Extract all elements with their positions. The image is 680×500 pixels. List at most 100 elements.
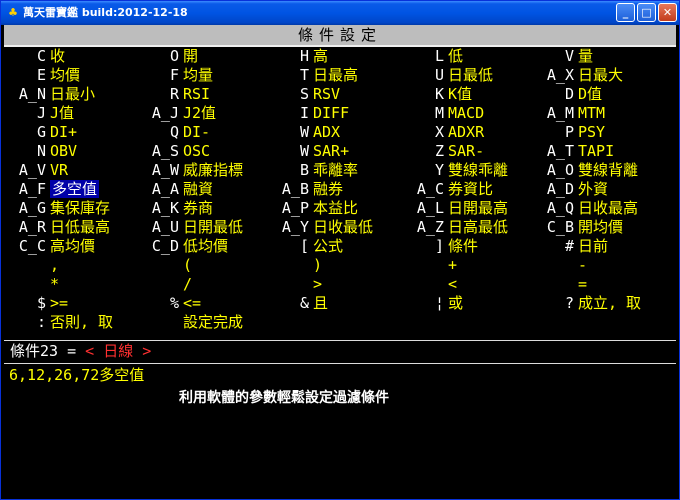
condition-item[interactable]: 低 [448, 47, 463, 65]
condition-item[interactable]: J2值 [183, 104, 216, 122]
condition-item[interactable]: K值 [448, 85, 472, 103]
close-button[interactable]: ✕ [658, 3, 677, 22]
condition-item[interactable]: 均量 [183, 66, 213, 84]
condition-item[interactable]: 集保庫存 [50, 199, 110, 217]
condition-item[interactable]: 融券 [313, 180, 343, 198]
condition-item[interactable]: SAR+ [313, 142, 349, 160]
condition-item[interactable]: 券資比 [448, 180, 493, 198]
condition-item[interactable]: 乖離率 [313, 161, 358, 179]
condition-item[interactable]: MTM [578, 104, 605, 122]
condition-item[interactable]: ( [183, 256, 192, 274]
minimize-button[interactable]: _ [616, 3, 635, 22]
title-bar[interactable]: ♣ 萬天雷寶鑑 build:2012-12-18 _ □ ✕ [1, 1, 679, 25]
condition-item[interactable]: + [448, 256, 457, 274]
condition-item[interactable]: 日最小 [50, 85, 95, 103]
condition-value[interactable]: < 日線 > [85, 342, 151, 360]
condition-item[interactable]: 日前 [578, 237, 608, 255]
condition-item[interactable]: OBV [50, 142, 77, 160]
condition-item[interactable]: 日開最低 [183, 218, 243, 236]
condition-item[interactable]: RSV [313, 85, 340, 103]
condition-item[interactable]: 公式 [313, 237, 343, 255]
condition-item[interactable]: OSC [183, 142, 210, 160]
condition-label: 條件23 = [10, 342, 86, 360]
condition-item[interactable]: J值 [50, 104, 74, 122]
condition-item[interactable]: 設定完成 [183, 313, 243, 331]
condition-item[interactable]: 融資 [183, 180, 213, 198]
condition-item[interactable]: 威廉指標 [183, 161, 243, 179]
condition-key: C_C [18, 237, 46, 255]
condition-key: & [299, 294, 309, 312]
condition-item[interactable]: 日低最高 [50, 218, 110, 236]
condition-item[interactable]: ADX [313, 123, 340, 141]
condition-item[interactable]: SAR- [448, 142, 484, 160]
condition-key: % [169, 294, 179, 312]
condition-item[interactable]: 日最大 [578, 66, 623, 84]
condition-key: [ [299, 237, 309, 255]
condition-item[interactable]: DI- [183, 123, 210, 141]
condition-item[interactable]: 量 [578, 47, 593, 65]
maximize-button[interactable]: □ [637, 3, 656, 22]
condition-key: V [564, 47, 574, 65]
condition-item[interactable]: 本益比 [313, 199, 358, 217]
condition-key: A_G [18, 199, 46, 217]
condition-key: Z [434, 142, 444, 160]
condition-item[interactable]: MACD [448, 104, 484, 122]
condition-item[interactable]: <= [183, 294, 201, 312]
condition-key: H [299, 47, 309, 65]
condition-item[interactable]: , [50, 256, 59, 274]
condition-item[interactable]: / [183, 275, 192, 293]
condition-item[interactable]: > [313, 275, 322, 293]
condition-item[interactable]: 雙線背離 [578, 161, 638, 179]
condition-key: L [434, 47, 444, 65]
condition-key: A_F [18, 180, 46, 198]
condition-item[interactable]: 高 [313, 47, 328, 65]
condition-key: C_D [151, 237, 179, 255]
condition-item[interactable]: 或 [448, 294, 463, 312]
condition-item[interactable]: PSY [578, 123, 605, 141]
condition-item[interactable]: DI+ [50, 123, 77, 141]
condition-item[interactable]: 且 [313, 294, 328, 312]
formula-input[interactable]: 6,12,26,72多空值 [9, 366, 144, 384]
condition-item[interactable]: * [50, 275, 59, 293]
condition-item[interactable]: 日高最低 [448, 218, 508, 236]
condition-item[interactable]: 雙線乖離 [448, 161, 508, 179]
condition-key: A_V [18, 161, 46, 179]
condition-item[interactable]: 收 [50, 47, 65, 65]
condition-item-selected[interactable]: 多空值 [50, 180, 100, 198]
condition-item[interactable]: RSI [183, 85, 210, 103]
condition-item[interactable]: ) [313, 256, 322, 274]
condition-item[interactable]: VR [50, 161, 68, 179]
condition-item[interactable]: - [578, 256, 587, 274]
condition-row: 條件23 = < 日線 > [10, 342, 151, 360]
condition-key: A_P [281, 199, 309, 217]
condition-key: K [434, 85, 444, 103]
condition-item[interactable]: 日最高 [313, 66, 358, 84]
condition-key: A_D [546, 180, 574, 198]
condition-item[interactable]: 日收最低 [313, 218, 373, 236]
condition-item[interactable]: TAPI [578, 142, 614, 160]
condition-item[interactable]: 否則, 取 [50, 313, 113, 331]
condition-item[interactable]: 均價 [50, 66, 80, 84]
condition-key: B [299, 161, 309, 179]
condition-item[interactable]: 低均價 [183, 237, 228, 255]
condition-item[interactable]: 條件 [448, 237, 478, 255]
condition-item[interactable]: DIFF [313, 104, 349, 122]
condition-item[interactable]: 開 [183, 47, 198, 65]
condition-item[interactable]: 高均價 [50, 237, 95, 255]
condition-item[interactable]: D值 [578, 85, 602, 103]
condition-item[interactable]: 開均價 [578, 218, 623, 236]
condition-item[interactable]: 日開最高 [448, 199, 508, 217]
condition-item[interactable]: ADXR [448, 123, 484, 141]
condition-key: A_Z [416, 218, 444, 236]
condition-item[interactable]: 成立, 取 [578, 294, 641, 312]
condition-item[interactable]: 券商 [183, 199, 213, 217]
condition-item[interactable]: 日最低 [448, 66, 493, 84]
condition-item[interactable]: >= [50, 294, 68, 312]
condition-key: A_R [18, 218, 46, 236]
condition-item[interactable]: = [578, 275, 587, 293]
condition-item[interactable]: 外資 [578, 180, 608, 198]
condition-key: A_U [151, 218, 179, 236]
condition-key: G [36, 123, 46, 141]
condition-item[interactable]: < [448, 275, 457, 293]
condition-item[interactable]: 日收最高 [578, 199, 638, 217]
